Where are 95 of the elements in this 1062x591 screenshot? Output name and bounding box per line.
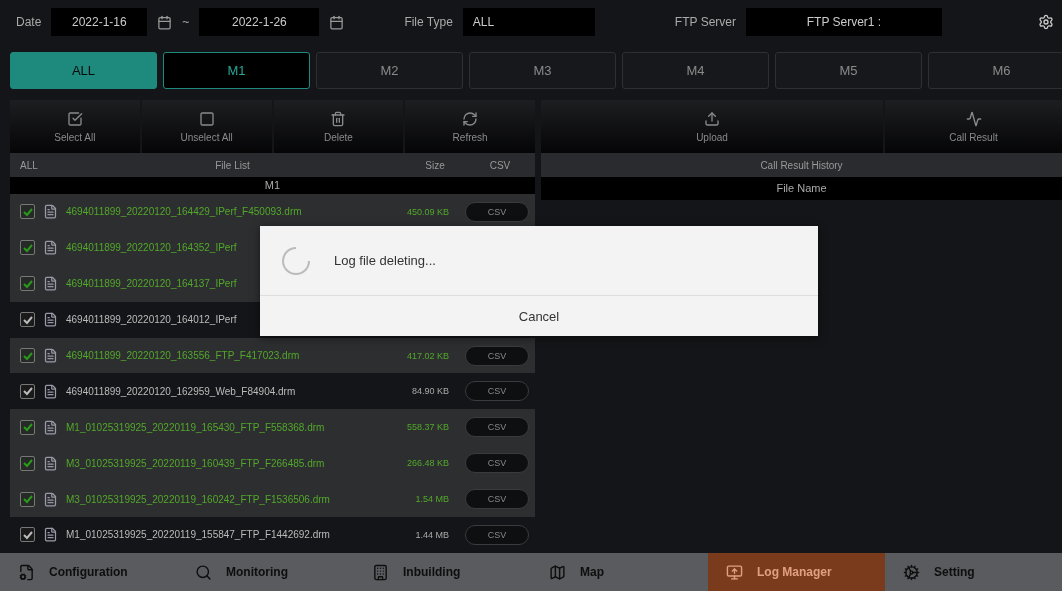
toolbar-button[interactable]: Select All — [10, 100, 140, 153]
range-separator: ~ — [182, 15, 190, 29]
device-tab[interactable]: ALL — [10, 52, 157, 89]
checked-box-icon — [66, 110, 83, 127]
settings-icon[interactable] — [1038, 14, 1054, 30]
monitor-icon — [726, 563, 743, 581]
device-tab[interactable]: M5 — [775, 52, 922, 89]
upload-icon — [704, 110, 720, 127]
file-name: 4694011899_20220120_162959_Web_F84904.drm — [66, 385, 297, 397]
file-type-field[interactable]: ALL — [462, 8, 595, 36]
map-icon — [549, 563, 566, 581]
file-icon — [43, 491, 58, 507]
refresh-icon — [462, 110, 479, 127]
file-name: M3_01025319925_20220119_160242_FTP_F1536506.drm — [66, 493, 331, 505]
checkbox[interactable] — [20, 312, 35, 328]
column-header: ALL — [19, 159, 39, 171]
device-tab[interactable]: M1 — [163, 52, 310, 89]
file-row[interactable]: 4694011899_20220120_164429_IPerf_F450093.drm 450.09 KB CSV — [10, 194, 535, 230]
device-tab[interactable]: M6 — [928, 52, 1062, 89]
file-name: 4694011899_20220120_163556_FTP_F417023.drm — [66, 350, 301, 361]
toolbar-button[interactable]: Refresh — [405, 100, 535, 153]
csv-button[interactable]: CSV — [465, 524, 529, 545]
file-size: 1.44 MB — [414, 529, 449, 540]
gears-icon — [903, 563, 920, 581]
file-row[interactable]: M3_01025319925_20220119_160242_FTP_F1536506.drm 1.54 MB CSV — [10, 481, 535, 517]
csv-button[interactable]: CSV — [465, 345, 529, 366]
csv-button[interactable]: CSV — [465, 489, 529, 510]
checkbox[interactable] — [20, 419, 35, 435]
file-row[interactable]: M1_01025319925_20220119_165430_FTP_F558368.drm 558.37 KB CSV — [10, 409, 535, 446]
device-tab[interactable]: M3 — [469, 52, 616, 89]
file-icon — [43, 455, 58, 471]
file-size: 266.48 KB — [405, 458, 449, 469]
trash-icon — [330, 110, 347, 127]
device-tab[interactable]: M4 — [622, 52, 769, 89]
csv-button[interactable]: CSV — [465, 453, 529, 474]
calendar-icon[interactable] — [157, 14, 173, 30]
empty-box-icon — [198, 110, 215, 127]
checkbox[interactable] — [20, 204, 35, 220]
checkbox[interactable] — [20, 455, 35, 471]
checkbox[interactable] — [20, 491, 35, 507]
csv-button[interactable]: CSV — [465, 201, 529, 222]
device-tab[interactable]: M2 — [316, 52, 463, 89]
search-icon — [195, 563, 212, 581]
file-icon — [43, 240, 58, 256]
file-name: M3_01025319925_20220119_160439_FTP_F266485.drm — [66, 457, 326, 469]
panel-title: Call Result History — [759, 159, 844, 171]
column-header: Size — [424, 159, 446, 171]
column-header: CSV — [488, 159, 512, 171]
file-icon — [43, 276, 58, 292]
file-icon — [43, 419, 58, 435]
document-gear-icon — [18, 563, 35, 581]
csv-button[interactable]: CSV — [465, 381, 529, 402]
loading-spinner-icon — [280, 244, 312, 277]
calendar-icon[interactable] — [329, 14, 345, 30]
checkbox[interactable] — [20, 240, 35, 256]
checkbox[interactable] — [20, 383, 35, 399]
file-icon — [43, 348, 58, 363]
group-header: M1 — [10, 177, 535, 194]
cancel-button[interactable]: Cancel — [260, 296, 818, 336]
csv-button[interactable]: CSV — [465, 417, 529, 438]
toolbar-button[interactable]: Unselect All — [141, 100, 272, 153]
toolbar-button[interactable]: Call Result — [885, 100, 1062, 153]
file-row[interactable]: M3_01025319925_20220119_160439_FTP_F266485.drm 266.48 KB CSV — [10, 445, 535, 482]
file-size: 558.37 KB — [405, 422, 449, 433]
column-header: File List — [214, 159, 251, 171]
file-type-label: File Type — [404, 15, 453, 29]
file-name: M1_01025319925_20220119_165430_FTP_F558368.drm — [66, 421, 326, 433]
checkbox[interactable] — [20, 276, 35, 292]
file-name: 4694011899_20220120_164137_IPerf — [66, 278, 238, 290]
file-name: 4694011899_20220120_164352_IPerf — [66, 242, 238, 254]
toolbar-button[interactable]: Delete — [273, 100, 404, 153]
checkbox[interactable] — [20, 527, 35, 543]
date-label: Date — [16, 15, 42, 29]
ftp-server-field[interactable]: FTP Server1 : — [745, 8, 942, 36]
file-size: 84.90 KB — [410, 386, 449, 397]
file-icon — [43, 204, 58, 220]
nav-tab[interactable]: Log Manager — [708, 553, 885, 591]
checkbox[interactable] — [20, 348, 35, 363]
date-to-field[interactable]: 2022-1-26 — [199, 8, 320, 36]
file-icon — [43, 527, 58, 543]
file-size: 417.02 KB — [405, 350, 449, 361]
file-icon — [43, 383, 58, 399]
file-row[interactable]: 4694011899_20220120_163556_FTP_F417023.drm 417.02 KB CSV — [10, 337, 535, 374]
file-size: 450.09 KB — [405, 206, 449, 217]
file-name: M1_01025319925_20220119_155847_FTP_F1442692.drm — [66, 529, 331, 541]
file-size: 1.54 MB — [414, 494, 449, 505]
file-icon — [43, 312, 58, 328]
ftp-server-label: FTP Server — [674, 15, 736, 29]
pulse-icon — [965, 110, 982, 127]
date-from-field[interactable]: 2022-1-16 — [51, 8, 148, 36]
column-header: File Name — [541, 177, 1062, 200]
building-icon — [372, 563, 389, 581]
file-name: 4694011899_20220120_164429_IPerf_F450093.drm — [66, 206, 303, 218]
toolbar-button[interactable]: Upload — [541, 100, 883, 153]
dialog-message: Log file deleting... — [334, 253, 436, 268]
